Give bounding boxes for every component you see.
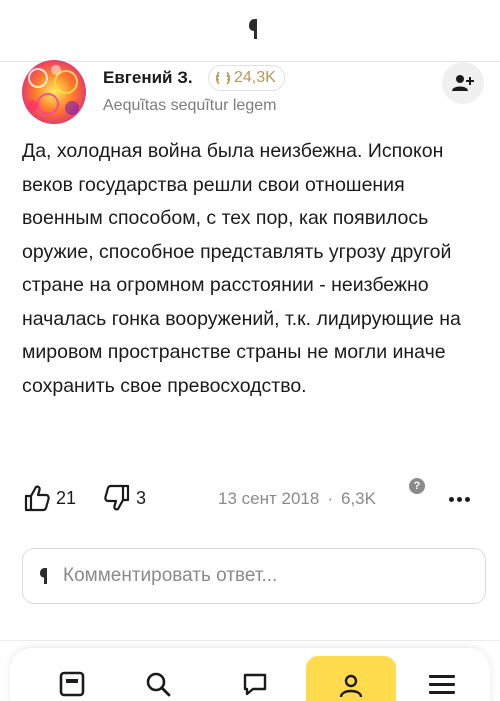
top-bar bbox=[0, 0, 500, 62]
bottom-nav bbox=[10, 648, 490, 701]
laurel-icon bbox=[216, 71, 230, 85]
help-icon[interactable]: ? bbox=[409, 478, 425, 494]
dot-icon bbox=[456, 496, 462, 502]
view-count: 6,3K bbox=[340, 489, 376, 508]
like-button[interactable]: 21 bbox=[24, 484, 76, 512]
rating-value: 24,3K bbox=[234, 69, 276, 86]
dot-icon bbox=[448, 496, 454, 502]
profile-icon bbox=[339, 674, 363, 698]
meta-separator: · bbox=[327, 489, 333, 508]
comment-placeholder: Комментировать ответ... bbox=[63, 565, 278, 586]
nav-profile[interactable] bbox=[306, 656, 396, 701]
search-icon bbox=[146, 672, 171, 697]
avatar-image bbox=[22, 60, 86, 124]
follow-button[interactable] bbox=[442, 62, 484, 104]
comment-input[interactable]: Комментировать ответ... bbox=[22, 548, 486, 604]
avatar[interactable] bbox=[22, 60, 86, 124]
nav-search[interactable] bbox=[136, 662, 180, 701]
divider bbox=[0, 640, 500, 641]
dislike-count: 3 bbox=[136, 487, 147, 508]
nav-chat[interactable] bbox=[233, 662, 277, 701]
rating-badge: 24,3K bbox=[208, 65, 285, 91]
feed-icon bbox=[59, 671, 85, 697]
dislike-button[interactable]: 3 bbox=[104, 484, 146, 512]
answer-date: 13 сент 2018 bbox=[218, 489, 320, 508]
answer-text: Да, холодная война была неизбежна. Испок… bbox=[22, 140, 461, 397]
add-user-icon bbox=[452, 75, 474, 91]
q-logo-icon bbox=[40, 568, 47, 584]
q-logo-icon[interactable] bbox=[248, 18, 262, 40]
menu-icon bbox=[429, 675, 455, 694]
thumbs-up-icon bbox=[24, 485, 50, 512]
author-name[interactable]: Евгений З. bbox=[103, 68, 193, 88]
more-options-button[interactable] bbox=[446, 486, 472, 512]
author-bio: Aequĩtas sequĩtur legem bbox=[103, 97, 277, 114]
answer-meta: 13 сент 2018 · 6,3K bbox=[218, 489, 376, 509]
answer-actions: 21 3 13 сент 2018 · 6,3K ? bbox=[22, 478, 482, 516]
chat-icon bbox=[243, 673, 267, 696]
like-count: 21 bbox=[56, 487, 77, 508]
author-block: Евгений З. 24,3K Aequĩtas sequĩtur legem bbox=[22, 60, 484, 124]
dot-icon bbox=[464, 496, 470, 502]
nav-menu[interactable] bbox=[420, 662, 464, 701]
thumbs-down-icon bbox=[104, 484, 130, 511]
nav-feed[interactable] bbox=[50, 662, 94, 701]
